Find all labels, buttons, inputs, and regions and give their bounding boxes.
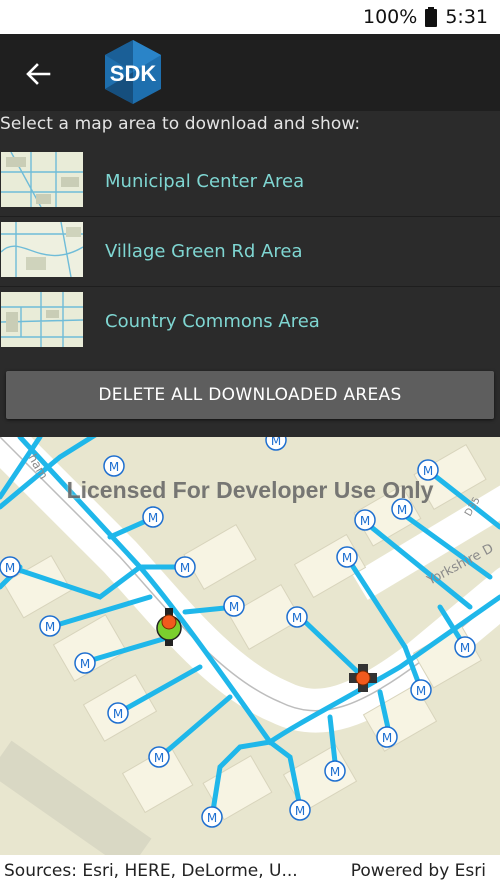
- svg-text:M: M: [271, 437, 281, 448]
- area-label: Country Commons Area: [105, 311, 320, 332]
- map-view[interactable]: Yorkshire D ham D35 M M M M M M M M M M …: [0, 437, 500, 855]
- back-button[interactable]: [17, 53, 59, 95]
- area-selection-panel: Select a map area to download and show: …: [0, 111, 500, 437]
- meter-icon[interactable]: M: [376, 726, 398, 748]
- meter-icon[interactable]: M: [201, 806, 223, 828]
- meter-icon[interactable]: M: [289, 799, 311, 821]
- list-item[interactable]: Municipal Center Area: [0, 147, 500, 217]
- sdk-logo: SDK: [105, 40, 161, 104]
- svg-text:M: M: [148, 511, 158, 525]
- battery-percent: 100%: [363, 6, 418, 28]
- delete-all-button[interactable]: DELETE ALL DOWNLOADED AREAS: [6, 371, 494, 419]
- map-attribution: Sources: Esri, HERE, DeLorme, U... Power…: [0, 855, 500, 888]
- svg-text:M: M: [360, 514, 370, 528]
- area-list: Municipal Center Area Village Green Rd A…: [0, 147, 500, 356]
- clock: 5:31: [445, 6, 488, 28]
- license-watermark: Licensed For Developer Use Only: [66, 477, 434, 503]
- svg-text:M: M: [416, 684, 426, 698]
- meter-icon[interactable]: M: [265, 437, 287, 451]
- meter-icon[interactable]: M: [223, 595, 245, 617]
- area-thumbnail: [1, 152, 83, 207]
- logo-text: SDK: [110, 61, 157, 86]
- svg-text:M: M: [45, 620, 55, 634]
- list-item[interactable]: Village Green Rd Area: [0, 217, 500, 287]
- svg-text:M: M: [292, 611, 302, 625]
- powered-by-text: Powered by Esri: [350, 861, 486, 881]
- svg-text:M: M: [229, 600, 239, 614]
- battery-icon: [425, 7, 438, 27]
- meter-icon[interactable]: M: [286, 606, 308, 628]
- area-label: Municipal Center Area: [105, 171, 305, 192]
- app-bar: SDK: [0, 34, 500, 111]
- meter-icon[interactable]: M: [354, 509, 376, 531]
- list-item[interactable]: Country Commons Area: [0, 287, 500, 356]
- status-bar: 100% 5:31: [0, 0, 500, 34]
- svg-text:M: M: [109, 460, 119, 474]
- svg-text:M: M: [423, 464, 433, 478]
- meter-icon[interactable]: M: [103, 455, 125, 477]
- meter-icon[interactable]: M: [324, 760, 346, 782]
- svg-text:M: M: [330, 765, 340, 779]
- svg-text:M: M: [295, 804, 305, 818]
- svg-text:M: M: [113, 707, 123, 721]
- back-arrow-icon: [26, 63, 51, 85]
- meter-icon[interactable]: M: [74, 652, 96, 674]
- meter-icon[interactable]: M: [148, 746, 170, 768]
- svg-text:M: M: [207, 811, 217, 825]
- svg-text:M: M: [180, 561, 190, 575]
- instruction-text: Select a map area to download and show:: [0, 114, 361, 134]
- meter-icon[interactable]: M: [107, 702, 129, 724]
- svg-text:M: M: [154, 751, 164, 765]
- svg-text:M: M: [80, 657, 90, 671]
- svg-text:M: M: [382, 731, 392, 745]
- meter-icon[interactable]: M: [0, 556, 21, 578]
- svg-text:M: M: [5, 561, 15, 575]
- meter-icon[interactable]: M: [410, 679, 432, 701]
- meter-icon[interactable]: M: [39, 615, 61, 637]
- svg-text:M: M: [460, 641, 470, 655]
- area-thumbnail: [1, 222, 83, 277]
- svg-text:M: M: [397, 503, 407, 517]
- meter-icon[interactable]: M: [142, 506, 164, 528]
- meter-icon[interactable]: M: [336, 546, 358, 568]
- meter-icon[interactable]: M: [174, 556, 196, 578]
- area-label: Village Green Rd Area: [105, 241, 303, 262]
- sources-text[interactable]: Sources: Esri, HERE, DeLorme, U...: [4, 861, 298, 881]
- meter-icon[interactable]: M: [454, 636, 476, 658]
- svg-text:M: M: [342, 551, 352, 565]
- area-thumbnail: [1, 292, 83, 347]
